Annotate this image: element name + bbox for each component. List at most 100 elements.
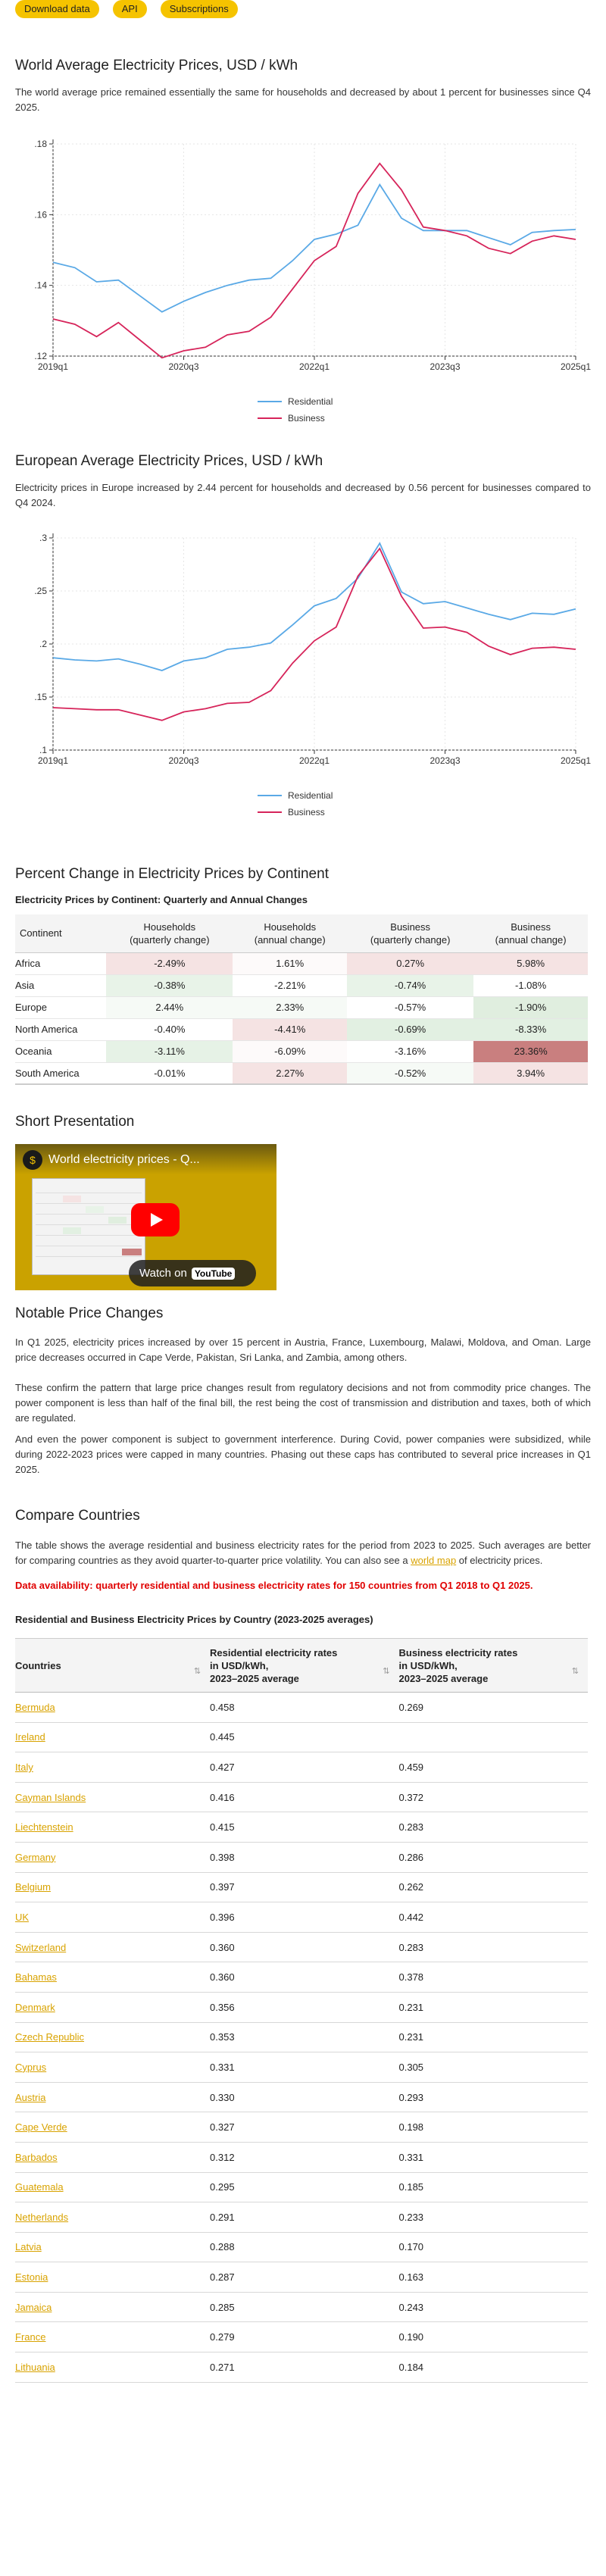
country-link[interactable]: Bermuda [15,1702,55,1713]
channel-logo-icon[interactable]: $ [23,1150,42,1170]
country-link[interactable]: Cayman Islands [15,1792,86,1803]
country-cell: UK [15,1902,211,1933]
country-link[interactable]: Latvia [15,2241,42,2252]
country-cell: Estonia [15,2262,211,2293]
table-row: Guatemala 0.295 0.185 [15,2172,588,2203]
country-link[interactable]: Germany [15,1852,55,1863]
country-cell: Jamaica [15,2292,211,2323]
sort-arrows-icon[interactable]: ⇅ [194,1665,201,1678]
continent-name: Europe [15,996,107,1019]
header-business[interactable]: Business electricity rates in USD/kWh, 202… [398,1638,588,1693]
residential-rate-cell: 0.288 [210,2232,399,2263]
europe-summary-text: Electricity prices in Europe increased b… [15,482,591,508]
country-cell: France [15,2321,211,2353]
continent-value-cell: -4.41% [233,1018,348,1041]
country-link[interactable]: Cape Verde [15,2121,67,2133]
video-title[interactable]: World electricity prices - Q... [48,1153,200,1167]
continent-value-cell: 3.94% [473,1062,588,1085]
header-households-quarterly: Households (quarterly change) [106,914,233,953]
residential-rate-cell: 0.415 [210,1812,399,1843]
continent-value-cell: 1.61% [233,952,348,975]
x-tick-label: 2023q3 [430,361,460,372]
continent-row: North America -0.40% -4.41% -0.69% -8.33% [15,1018,588,1041]
business-rate-cell: 0.262 [398,1872,588,1903]
watch-on-youtube-button[interactable]: Watch on YouTube [129,1260,256,1286]
table-row: Lithuania 0.271 0.184 [15,2352,588,2383]
country-link[interactable]: Liechtenstein [15,1821,73,1833]
country-link[interactable]: Switzerland [15,1942,66,1953]
country-cell: Ireland [15,1722,211,1753]
country-link[interactable]: Guatemala [15,2181,64,2193]
business-rate-cell: 0.372 [398,1782,588,1813]
header-residential[interactable]: Residential electricity rates in USD/kWh,… [210,1638,399,1693]
business-rate-cell: 0.283 [398,1932,588,1963]
page: Download data API Subscriptions World Av… [0,0,606,2576]
country-cell: Netherlands [15,2202,211,2233]
world-map-link[interactable]: world map [411,1555,456,1566]
table-row: Cyprus 0.331 0.305 [15,2052,588,2083]
residential-rate-cell: 0.397 [210,1872,399,1903]
country-cell: Cyprus [15,2052,211,2083]
api-button[interactable]: API [112,0,147,18]
residential-rate-cell: 0.416 [210,1782,399,1813]
continent-name: Oceania [15,1040,107,1063]
residential-rate-cell: 0.445 [210,1722,399,1753]
country-link[interactable]: Denmark [15,2002,55,2013]
x-tick-label: 2022q1 [299,361,330,372]
continent-heading: Percent Change in Electricity Prices by … [15,866,329,882]
world-summary-text: The world average price remained essenti… [15,86,591,113]
country-link[interactable]: Czech Republic [15,2031,84,2043]
continent-value-cell: -6.09% [233,1040,348,1063]
country-cell: Latvia [15,2232,211,2263]
residential-rate-cell: 0.331 [210,2052,399,2083]
world-price-chart: .12 .14 .16 .18 2019q1 2020q3 2022q1 2023q3 2025… [34,139,591,424]
country-cell: Czech Republic [15,2022,211,2053]
sort-arrows-icon[interactable]: ⇅ [383,1665,389,1678]
y-tick-label: .3 [39,533,47,543]
country-link[interactable]: Ireland [15,1731,45,1743]
country-link[interactable]: Cyprus [15,2062,46,2073]
subscriptions-button[interactable]: Subscriptions [160,0,238,18]
country-cell: Guatemala [15,2172,211,2203]
residential-rate-cell: 0.396 [210,1902,399,1933]
table-row: Switzerland 0.360 0.283 [15,1932,588,1963]
continent-name: Asia [15,974,107,997]
play-icon[interactable] [131,1203,180,1236]
business-rate-cell: 0.170 [398,2232,588,2263]
country-link[interactable]: Estonia [15,2271,48,2283]
country-link[interactable]: France [15,2331,45,2343]
country-link[interactable]: Belgium [15,1881,51,1893]
download-data-button[interactable]: Download data [15,0,99,18]
x-tick-label: 2022q1 [299,755,330,766]
video-player[interactable]: $ World electricity prices - Q... Watch … [15,1144,276,1290]
country-link[interactable]: Austria [15,2092,45,2103]
residential-rate-cell: 0.458 [210,1692,399,1723]
business-rate-cell: 0.231 [398,2022,588,2053]
residential-rate-cell: 0.327 [210,2112,399,2143]
business-rate-cell: 0.198 [398,2112,588,2143]
legend-label-residential: Residential [288,790,333,801]
country-link[interactable]: Netherlands [15,2212,68,2223]
business-rate-cell: 0.293 [398,2082,588,2113]
country-table-title: Residential and Business Electricity Pri… [15,1614,373,1625]
table-row: Bahamas 0.360 0.378 [15,1962,588,1993]
table-row: Jamaica 0.285 0.243 [15,2292,588,2323]
country-link[interactable]: Bahamas [15,1971,57,1983]
country-cell: Italy [15,1752,211,1783]
business-rate-cell: 0.231 [398,1992,588,2023]
country-link[interactable]: Barbados [15,2152,58,2163]
continent-row: Europe 2.44% 2.33% -0.57% -1.90% [15,996,588,1019]
residential-rate-cell: 0.285 [210,2292,399,2323]
country-link[interactable]: Italy [15,1762,33,1773]
table-row: Netherlands 0.291 0.233 [15,2202,588,2233]
business-rate-cell: 0.190 [398,2321,588,2353]
country-link[interactable]: UK [15,1912,29,1923]
business-rate-cell: 0.243 [398,2292,588,2323]
residential-rate-cell: 0.291 [210,2202,399,2233]
country-link[interactable]: Jamaica [15,2302,52,2313]
country-link[interactable]: Lithuania [15,2362,55,2373]
header-countries[interactable]: Countries ⇅ [15,1638,211,1693]
continent-value-cell: -0.52% [347,1062,474,1085]
residential-rate-cell: 0.353 [210,2022,399,2053]
sort-arrows-icon[interactable]: ⇅ [572,1665,579,1678]
